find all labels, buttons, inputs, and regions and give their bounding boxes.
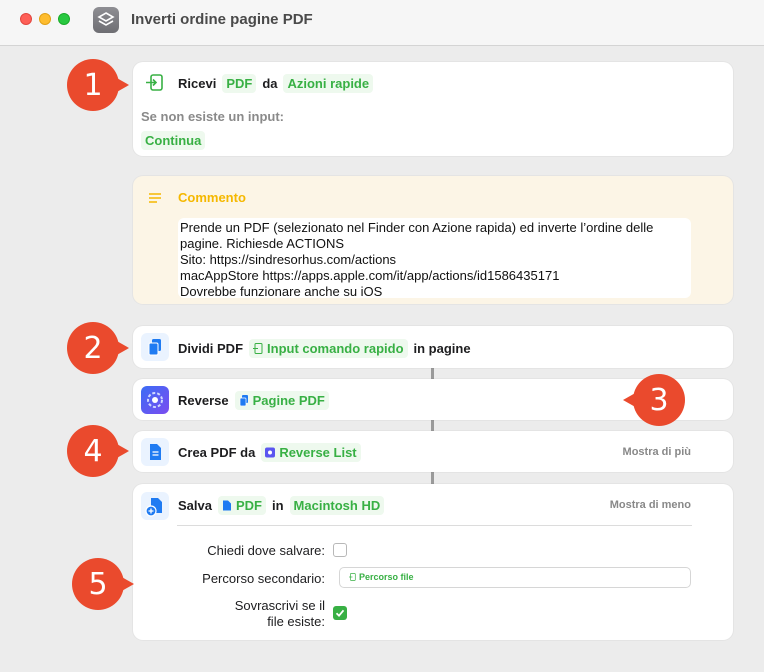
receive-label: Ricevi <box>178 76 217 91</box>
comment-line: Sito: https://sindresorhus.com/actions <box>180 252 397 267</box>
save-label: Salva <box>178 498 212 513</box>
comment-title: Commento <box>178 190 246 205</box>
flow-connector <box>431 420 434 431</box>
no-input-label: Se non esiste un input: <box>141 109 285 124</box>
comment-line: macAppStore https://apps.apple.com/it/ap… <box>180 268 560 283</box>
reverse-row: Reverse Pagine PDF <box>178 391 335 410</box>
split-input-tag-label: Input comando rapido <box>267 341 404 356</box>
comment-line: pagine. Richiesde ACTIONS <box>180 236 345 251</box>
split-pdf-icon <box>141 333 169 361</box>
save-row: Salva PDF in Macintosh HD <box>178 496 390 515</box>
overwrite-label-line: Sovrascrivi se il <box>234 598 325 613</box>
split-input-tag[interactable]: Input comando rapido <box>249 339 408 358</box>
split-label: Dividi PDF <box>178 341 244 356</box>
receive-input-icon <box>141 69 169 97</box>
make-pdf-input-tag[interactable]: Reverse List <box>261 443 361 462</box>
save-action-card[interactable]: Salva PDF in Macintosh HD Mostra di meno… <box>133 484 733 640</box>
pdf-tag-icon <box>222 500 231 511</box>
subpath-variable-tag[interactable]: Percorso file <box>346 571 417 583</box>
save-type-tag[interactable]: PDF <box>217 496 266 515</box>
split-suffix-label: in pagine <box>413 341 471 356</box>
pdf-pages-tag-icon <box>239 395 248 406</box>
save-in-label: in <box>271 498 284 513</box>
reverse-label: Reverse <box>178 393 229 408</box>
title-bar: Inverti ordine pagine PDF <box>0 0 764 46</box>
flow-connector <box>431 368 434 379</box>
comment-line: Dovrebbe funzionare anche su iOS <box>180 284 383 298</box>
overwrite-label: Sovrascrivi se il file esiste: <box>235 598 325 630</box>
subpath-variable-label: Percorso file <box>359 572 414 582</box>
step-badge-4: 4 <box>67 425 129 477</box>
make-pdf-input-tag-label: Reverse List <box>279 445 357 460</box>
reverse-input-tag[interactable]: Pagine PDF <box>234 391 329 410</box>
overwrite-checkbox[interactable] <box>333 606 347 620</box>
step-badge-1: 1 <box>67 59 129 111</box>
make-pdf-label: Crea PDF da <box>178 445 256 460</box>
comment-lines-icon <box>141 184 169 212</box>
receive-from-label: da <box>262 76 278 91</box>
save-file-icon <box>141 492 169 520</box>
make-pdf-action-card[interactable]: Crea PDF da Reverse List Mostra di più <box>133 431 733 472</box>
ask-where-label: Chiedi dove salvare: <box>207 543 325 558</box>
show-more-button[interactable]: Mostra di più <box>623 446 691 458</box>
make-pdf-icon <box>141 438 169 466</box>
show-less-button[interactable]: Mostra di meno <box>610 499 691 511</box>
comment-text-area[interactable]: Prende un PDF (selezionato nel Finder co… <box>178 218 691 298</box>
step-badge-3: 3 <box>623 374 685 426</box>
comment-line: Prende un PDF (selezionato nel Finder co… <box>180 220 654 235</box>
receive-row: Ricevi PDF da Azioni rapide <box>178 74 379 93</box>
step-badge-5: 5 <box>72 558 134 610</box>
flow-connector <box>431 472 434 484</box>
shortcuts-app-icon <box>93 7 119 33</box>
receive-action-card[interactable]: Ricevi PDF da Azioni rapide Se non esist… <box>133 62 733 156</box>
split-pdf-action-card[interactable]: Dividi PDF Input comando rapido in pagin… <box>133 326 733 368</box>
checkmark-icon <box>335 609 345 618</box>
input-tag-icon <box>349 573 356 581</box>
reverse-input-tag-label: Pagine PDF <box>252 393 325 408</box>
divider <box>177 525 692 526</box>
receive-source-tag[interactable]: Azioni rapide <box>283 74 374 93</box>
step-badge-2: 2 <box>67 322 129 374</box>
overwrite-label-line: file esiste: <box>267 614 325 629</box>
minimize-window-button[interactable] <box>39 13 51 25</box>
ask-where-checkbox[interactable] <box>333 543 347 557</box>
subpath-label: Percorso secondario: <box>202 571 325 586</box>
subpath-field[interactable]: Percorso file <box>339 567 691 588</box>
no-input-action-tag[interactable]: Continua <box>141 131 206 150</box>
comment-card[interactable]: Commento Prende un PDF (selezionato nel … <box>133 176 733 304</box>
reverse-list-tag-icon <box>265 447 276 458</box>
window-title: Inverti ordine pagine PDF <box>131 11 313 28</box>
input-tag-icon <box>253 343 263 354</box>
reverse-actions-icon <box>141 386 169 414</box>
make-pdf-row: Crea PDF da Reverse List <box>178 443 367 462</box>
receive-type-tag[interactable]: PDF <box>222 74 257 93</box>
zoom-window-button[interactable] <box>58 13 70 25</box>
save-destination-tag[interactable]: Macintosh HD <box>289 496 385 515</box>
save-type-tag-label: PDF <box>235 498 262 513</box>
close-window-button[interactable] <box>20 13 32 25</box>
split-row: Dividi PDF Input comando rapido in pagin… <box>178 339 477 358</box>
